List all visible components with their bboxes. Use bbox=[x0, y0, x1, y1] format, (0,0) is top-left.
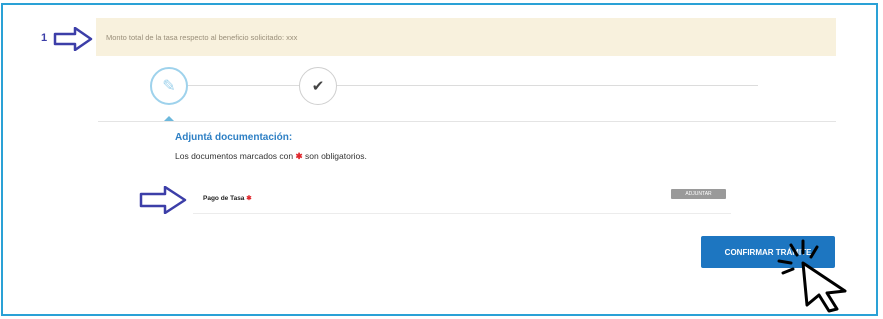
description-suffix: son obligatorios. bbox=[305, 151, 367, 161]
document-label: Pago de Tasa bbox=[203, 195, 245, 202]
paperclip-icon: ✎ bbox=[162, 78, 176, 95]
attach-button-label: ADJUNTAR bbox=[685, 191, 712, 197]
stepper-track bbox=[163, 85, 758, 86]
step-attach-documents[interactable]: ✎ bbox=[150, 67, 188, 105]
annotation-arrow-icon bbox=[139, 186, 187, 214]
fee-total-text: Monto total de la tasa respecto al benef… bbox=[106, 32, 298, 42]
required-marker-icon: ✱ bbox=[246, 195, 252, 202]
section-divider bbox=[98, 121, 836, 122]
pointer-cursor-icon bbox=[777, 239, 847, 313]
annotation-arrow-icon bbox=[53, 27, 93, 51]
step-confirm[interactable]: ✔ bbox=[299, 67, 337, 105]
screenshot-frame: 1 Monto total de la tasa respecto al ben… bbox=[1, 3, 878, 316]
checkmark-icon: ✔ bbox=[311, 78, 325, 95]
documents-title: Adjuntá documentación: bbox=[175, 132, 293, 143]
required-marker-icon: ✱ bbox=[295, 151, 303, 161]
annotation-step-number: 1 bbox=[41, 32, 48, 44]
description-prefix: Los documentos marcados con bbox=[175, 151, 294, 161]
attach-button[interactable]: ADJUNTAR bbox=[671, 189, 726, 199]
documents-description: Los documentos marcados con ✱ son obliga… bbox=[175, 151, 367, 162]
document-row-label: Pago de Tasa ✱ bbox=[203, 194, 252, 202]
document-row-divider bbox=[193, 213, 731, 214]
fee-total-banner: Monto total de la tasa respecto al benef… bbox=[96, 18, 836, 56]
